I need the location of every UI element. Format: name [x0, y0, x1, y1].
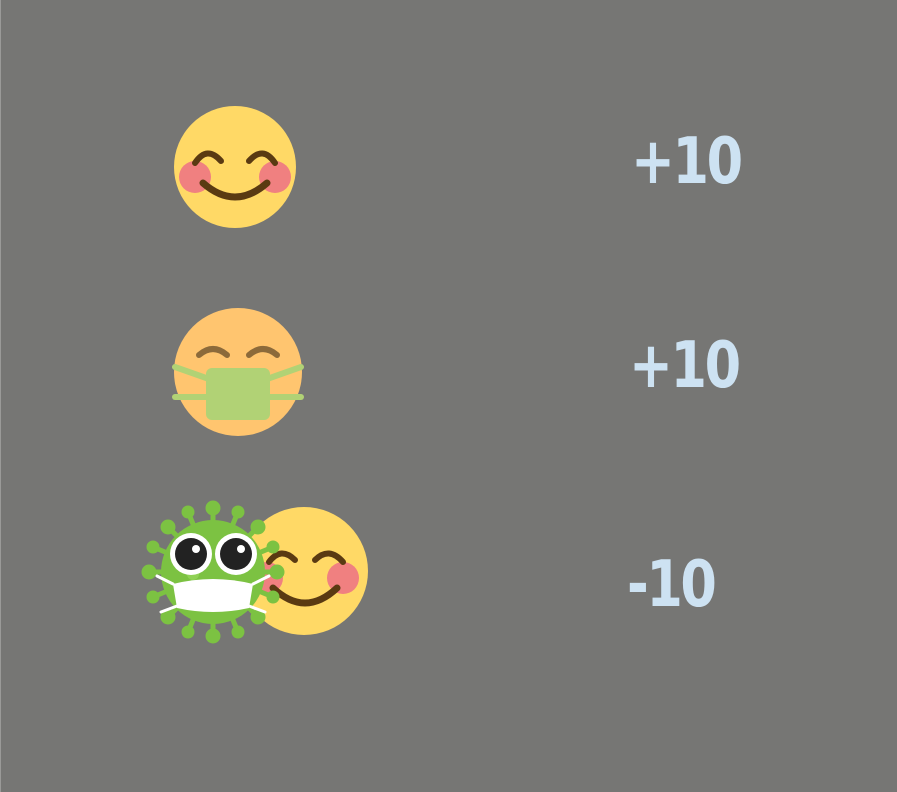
score-value-virus: -10: [627, 548, 717, 622]
rule-row-virus: -10: [1, 0, 897, 792]
score-legend: +10 +10 -10: [0, 0, 897, 792]
virus-icon: [141, 500, 285, 644]
